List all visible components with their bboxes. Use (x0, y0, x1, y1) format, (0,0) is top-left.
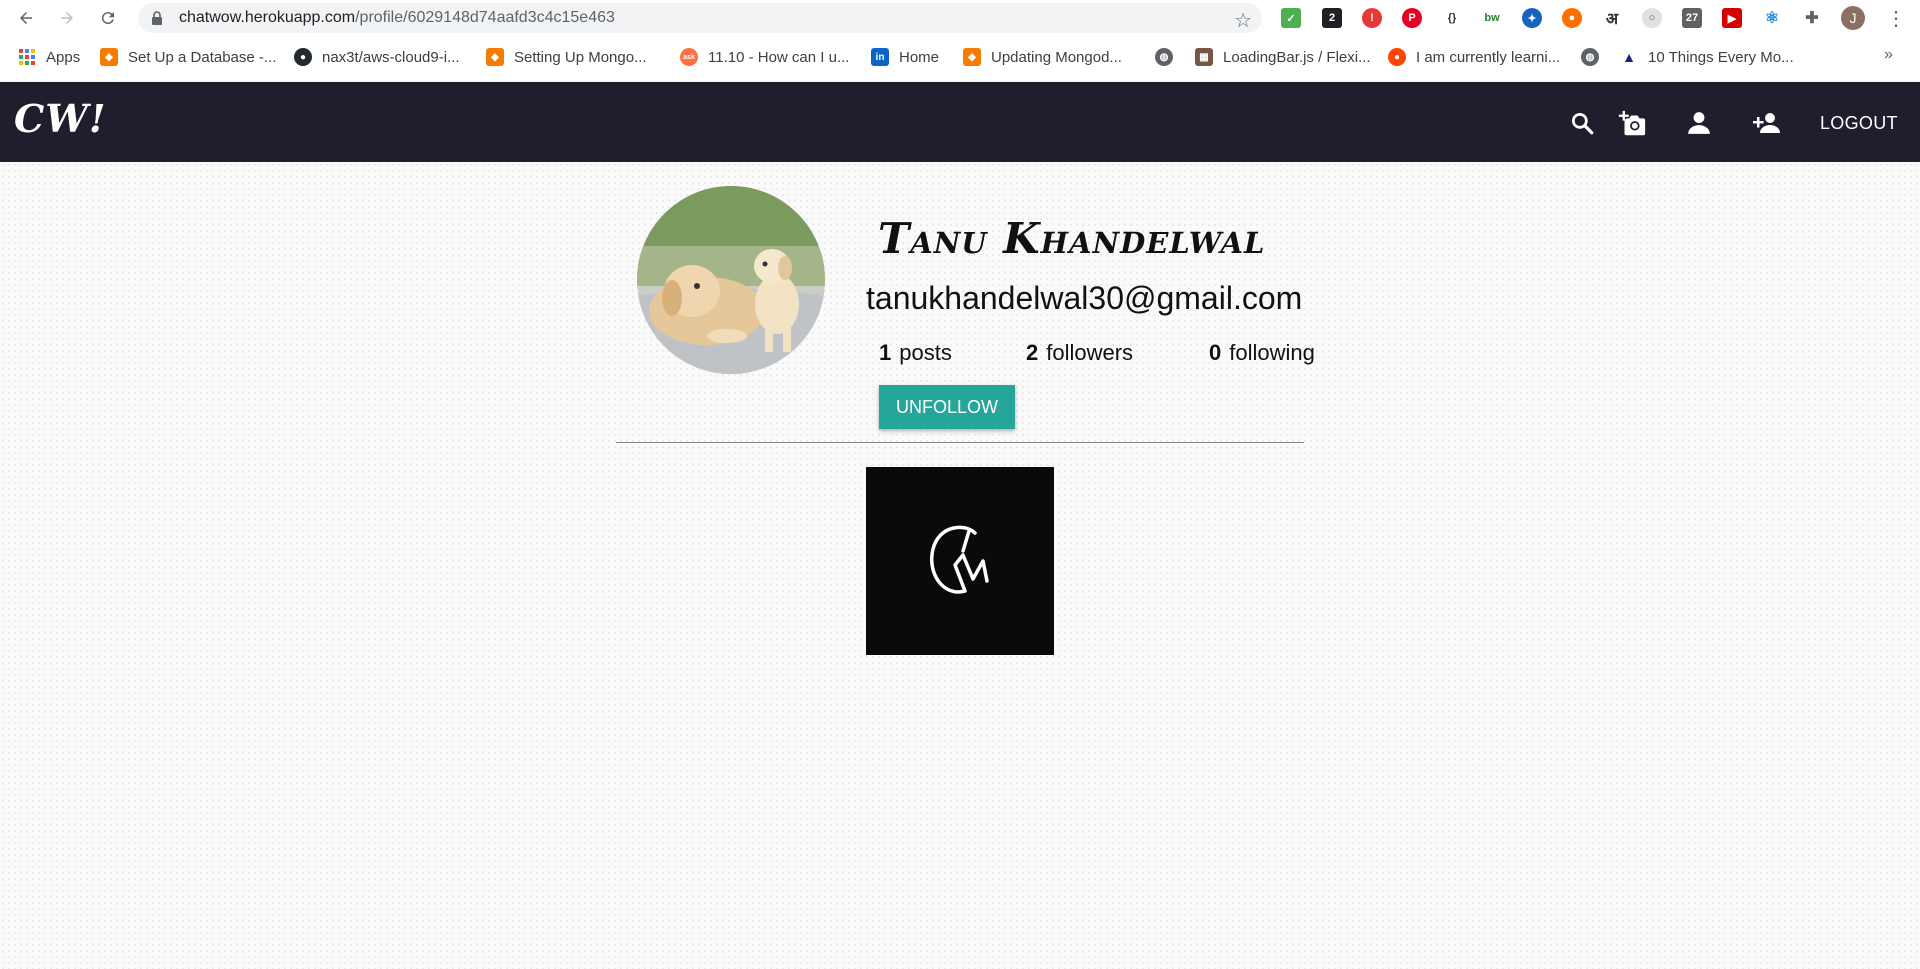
extension-icon[interactable]: bw (1482, 8, 1502, 28)
triangle-icon: ▲ (1620, 48, 1638, 66)
github-icon: ● (294, 48, 312, 66)
following-label: following (1229, 340, 1315, 365)
linkedin-icon: in (871, 48, 889, 66)
bookmark-item[interactable]: ◍ (1155, 46, 1183, 68)
extension-icon[interactable]: 2 (1322, 8, 1342, 28)
posts-stat: 1 posts (879, 340, 952, 366)
bookmark-item[interactable]: ◆ Updating Mongod... (963, 46, 1122, 68)
profile-avatar-image (637, 186, 825, 374)
bookmark-label: nax3t/aws-cloud9-i... (322, 48, 460, 66)
bookmark-label: Updating Mongod... (991, 48, 1122, 66)
globe-icon: ◍ (1155, 48, 1173, 66)
bookmark-item[interactable]: ▲ 10 Things Every Mo... (1620, 46, 1794, 68)
extension-icon[interactable]: ▶ (1722, 8, 1742, 28)
search-icon[interactable] (1567, 108, 1597, 138)
person-add-icon[interactable] (1752, 108, 1782, 138)
reload-icon[interactable] (94, 6, 122, 30)
bookmark-item[interactable]: ask 11.10 - How can I u... (680, 46, 849, 68)
bookmark-item[interactable]: ▦ LoadingBar.js / Flexi... (1195, 46, 1371, 68)
extension-icon[interactable]: ! (1362, 8, 1382, 28)
extension-icon[interactable]: ○ (1642, 8, 1662, 28)
bookmark-label: 11.10 - How can I u... (708, 48, 850, 66)
cw-logo-icon (930, 525, 989, 594)
bookmark-label: Setting Up Mongo... (514, 48, 647, 66)
profile-avatar[interactable]: J (1841, 6, 1865, 30)
profile-email: tanukhandelwal30@gmail.com (866, 280, 1303, 316)
bookmark-star-icon[interactable]: ☆ (1234, 8, 1252, 33)
extension-icon[interactable]: 27 (1682, 8, 1702, 28)
profile-name: Tanu Khandelwal (878, 214, 1266, 263)
ask-icon: ask (680, 48, 698, 66)
unfollow-button[interactable]: UNFOLLOW (879, 385, 1015, 429)
menu-kebab-icon[interactable]: ⋮ (1886, 6, 1906, 31)
url-text: chatwow.herokuapp.com/profile/6029148d74… (179, 9, 615, 27)
bookmark-label: I am currently learni... (1416, 48, 1561, 66)
address-bar[interactable]: chatwow.herokuapp.com/profile/6029148d74… (138, 3, 1262, 33)
forward-arrow-icon[interactable] (53, 6, 81, 30)
reddit-icon: ● (1388, 48, 1406, 66)
react-devtools-icon[interactable]: ⚛ (1762, 8, 1782, 28)
box-icon: ◆ (963, 48, 981, 66)
bookmark-label: Home (899, 48, 940, 66)
profile-page: Tanu Khandelwal tanukhandelwal30@gmail.c… (0, 162, 1920, 969)
back-arrow-icon[interactable] (12, 6, 40, 30)
divider (616, 442, 1304, 443)
followers-label: followers (1046, 340, 1134, 365)
followers-stat: 2 followers (1026, 340, 1133, 366)
browser-toolbar: chatwow.herokuapp.com/profile/6029148d74… (0, 0, 1920, 36)
posts-count: 1 (879, 340, 892, 365)
posts-label: posts (899, 340, 952, 365)
bookmark-item[interactable]: ● I am currently learni... (1388, 46, 1560, 68)
extension-icon[interactable]: ✓ (1281, 8, 1301, 28)
bookmark-item[interactable]: ● nax3t/aws-cloud9-i... (294, 46, 460, 68)
pinterest-icon[interactable]: P (1402, 8, 1422, 28)
site-icon: ▦ (1195, 48, 1213, 66)
person-icon[interactable] (1684, 108, 1714, 138)
box-icon: ◆ (486, 48, 504, 66)
lock-icon (151, 11, 165, 25)
post-thumbnail[interactable] (866, 467, 1054, 655)
brand-logo[interactable]: CW! (14, 96, 107, 141)
bookmark-item[interactable]: ◍ (1581, 46, 1609, 68)
puzzle-icon[interactable]: ✚ (1802, 8, 1822, 28)
add-photo-icon[interactable] (1617, 108, 1647, 138)
extension-icon[interactable]: ● (1562, 8, 1582, 28)
url-path: /profile/6029148d74aafd3c4c15e463 (355, 9, 615, 26)
following-count: 0 (1209, 340, 1222, 365)
box-icon: ◆ (100, 48, 118, 66)
url-host: chatwow.herokuapp.com (179, 9, 356, 26)
app-navbar: CW! LOGOUT (0, 82, 1920, 162)
bookmark-label: Apps (46, 48, 81, 66)
bookmark-label: 10 Things Every Mo... (1648, 48, 1794, 66)
bookmark-apps[interactable]: Apps (18, 46, 80, 68)
bookmark-label: Set Up a Database -... (128, 48, 277, 66)
more-bookmarks-button[interactable]: » (1884, 46, 1893, 64)
json-extension-icon[interactable]: {} (1442, 8, 1462, 28)
bookmark-label: LoadingBar.js / Flexi... (1223, 48, 1371, 66)
logout-link[interactable]: LOGOUT (1820, 113, 1898, 134)
globe-icon: ◍ (1581, 48, 1599, 66)
bookmark-item[interactable]: ◆ Setting Up Mongo... (486, 46, 647, 68)
bookmarks-bar: Apps ◆ Set Up a Database -... ● nax3t/aw… (0, 36, 1920, 83)
followers-count: 2 (1026, 340, 1039, 365)
apps-grid-icon (18, 48, 36, 66)
bookmark-item[interactable]: ◆ Set Up a Database -... (100, 46, 276, 68)
following-stat: 0 following (1209, 340, 1315, 366)
extension-icon[interactable]: ✦ (1522, 8, 1542, 28)
hindi-extension-icon[interactable]: अ (1602, 8, 1622, 28)
bookmark-item[interactable]: in Home (871, 46, 939, 68)
